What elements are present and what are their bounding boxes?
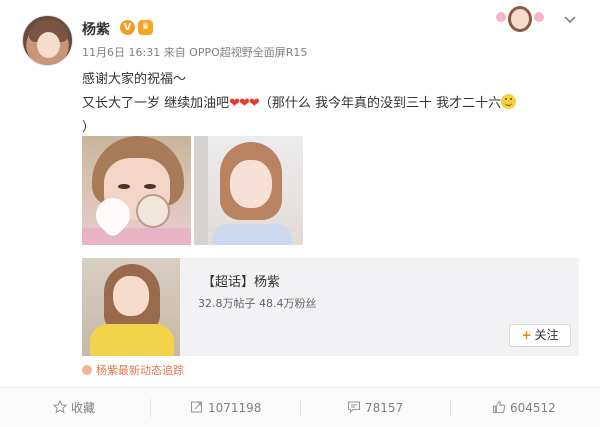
user-avatar[interactable] <box>22 15 73 66</box>
topic-image-face <box>113 276 149 316</box>
sticker-head <box>508 6 532 32</box>
avatar-face <box>37 32 60 58</box>
post-meta[interactable]: 11月6日 16:31 来自 OPPO超视野全面屏R15 <box>82 44 307 60</box>
vip-crown-icon: ♛ <box>138 20 153 35</box>
photo1-eye-right <box>144 184 156 189</box>
sticker-bow-left <box>496 12 506 22</box>
repost-count: 1071198 <box>208 401 262 415</box>
post-text-line-1: 感谢大家的祝福～ <box>82 72 187 87</box>
thumbs-up-icon <box>492 390 506 414</box>
hearts-emoji: ❤❤❤ <box>229 96 260 111</box>
verified-badge-icon: V <box>120 20 135 35</box>
photo1-toy-prop <box>136 194 170 228</box>
post-photo-2[interactable] <box>194 136 303 245</box>
divider <box>150 399 151 417</box>
photo1-eye-left <box>118 184 130 189</box>
post-photo-1[interactable] <box>82 136 191 245</box>
weibo-post-card: 杨紫 V ♛ 11月6日 16:31 来自 OPPO超视野全面屏R15 感谢大家… <box>0 0 600 427</box>
track-link[interactable]: 杨紫最新动态追踪 <box>82 362 184 378</box>
repost-button[interactable]: 1071198 <box>190 388 261 427</box>
photo2-face <box>230 160 272 208</box>
photo2-door <box>194 136 208 245</box>
plus-icon: + <box>521 328 532 342</box>
post-text: 感谢大家的祝福～ 又长大了一岁 继续加油吧❤❤❤（那什么 我今年真的没到三十 我… <box>82 68 582 140</box>
smile-emoji-icon <box>501 94 517 109</box>
super-topic-card[interactable]: 【超话】杨紫 32.8万帖子 48.4万粉丝 + 关注 <box>82 258 579 356</box>
track-link-icon <box>82 365 92 375</box>
vip-badge-icon: ♛ <box>137 19 154 36</box>
photo2-shirt <box>212 224 292 245</box>
star-icon <box>52 390 68 414</box>
action-bar: 收藏 1071198 78157 604512 <box>0 387 600 427</box>
super-topic-title[interactable]: 【超话】杨紫 <box>202 271 280 290</box>
post-text-line-2b: （那什么 我今年真的没到三十 我才二十六 <box>258 96 502 111</box>
repost-icon <box>190 390 204 413</box>
post-text-line-2a: 又长大了一岁 继续加油吧 <box>82 96 230 111</box>
chevron-down-icon[interactable] <box>562 12 578 28</box>
comment-button[interactable]: 78157 <box>347 388 403 427</box>
super-topic-stats: 32.8万帖子 48.4万粉丝 <box>198 297 317 310</box>
photo1-shirt <box>82 228 191 245</box>
follow-button[interactable]: + 关注 <box>509 324 571 347</box>
track-link-label: 杨紫最新动态追踪 <box>96 364 184 377</box>
favorite-button[interactable]: 收藏 <box>52 388 96 427</box>
super-topic-image <box>82 258 180 356</box>
comment-count: 78157 <box>365 401 404 415</box>
favorite-label: 收藏 <box>71 401 96 415</box>
like-button[interactable]: 604512 <box>492 388 556 427</box>
post-text-line-2: 又长大了一岁 继续加油吧❤❤❤（那什么 我今年真的没到三十 我才二十六 <box>82 92 582 116</box>
like-count: 604512 <box>510 401 556 415</box>
sticker-bow-right <box>534 12 544 22</box>
comment-icon <box>347 390 361 414</box>
divider <box>300 399 301 417</box>
topic-image-shirt <box>90 324 174 356</box>
decoration-sticker <box>496 4 546 34</box>
follow-button-label: 关注 <box>534 328 559 342</box>
username-link[interactable]: 杨紫 <box>82 19 110 39</box>
divider <box>450 399 451 417</box>
